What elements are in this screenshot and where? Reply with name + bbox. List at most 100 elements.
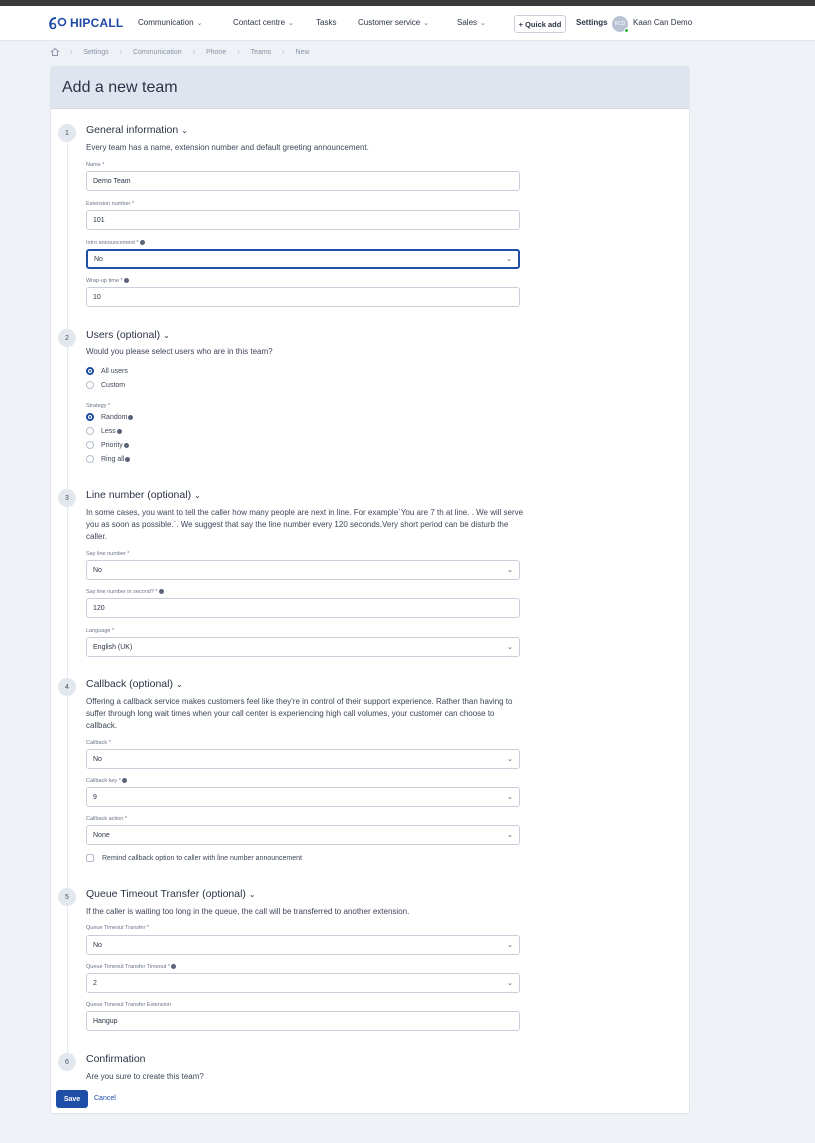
timeout-duration-select[interactable]: 2 ⌄ (86, 973, 520, 993)
brand-logo[interactable]: HIPCALL (48, 15, 123, 31)
chevron-down-icon: ⌄ (288, 20, 294, 27)
breadcrumb-teams[interactable]: Teams (251, 49, 272, 56)
section-users-title[interactable]: Users (optional) ⌄ (86, 329, 170, 341)
step-1-badge: 1 (58, 124, 76, 142)
strategy-less-label: Less (101, 427, 116, 435)
timeout-transfer-select[interactable]: No ⌄ (86, 935, 520, 955)
nav-communication-label: Communication (138, 18, 194, 27)
callback-action-select[interactable]: None ⌄ (86, 825, 520, 845)
info-icon[interactable] (158, 589, 164, 595)
section-callback-title[interactable]: Callback (optional) ⌄ (86, 678, 183, 690)
line-number-seconds-input[interactable]: 120 (86, 598, 520, 618)
radio-all-users[interactable]: All users (86, 367, 128, 375)
breadcrumb-separator: › (237, 48, 240, 56)
save-button[interactable]: Save (56, 1090, 88, 1108)
radio-button[interactable] (86, 427, 94, 435)
chevron-down-icon: ⌄ (248, 890, 256, 899)
info-icon[interactable] (116, 428, 122, 434)
timeout-duration-value: 2 (93, 979, 97, 987)
name-label: Name * (86, 162, 105, 168)
home-icon[interactable] (50, 47, 60, 57)
callback-key-select[interactable]: 9 ⌄ (86, 787, 520, 807)
breadcrumb-settings[interactable]: Settings (83, 49, 108, 56)
intro-announcement-select[interactable]: No ⌄ (86, 249, 520, 269)
section-general-title[interactable]: General information ⌄ (86, 124, 188, 136)
line-number-seconds-label-text: Say line number in second? * (86, 589, 158, 595)
say-line-number-select[interactable]: No ⌄ (86, 560, 520, 580)
timeout-extension-select[interactable]: Hangup (86, 1011, 520, 1031)
new-team-form-card: Add a new team 1 General information ⌄ Ev… (50, 66, 690, 1114)
extension-input[interactable]: 101 (86, 210, 520, 230)
info-icon[interactable] (128, 414, 134, 420)
step-2-badge: 2 (58, 329, 76, 347)
wrapup-label: Wrap-up time * (86, 278, 129, 284)
step-6-badge: 6 (58, 1053, 76, 1071)
breadcrumb: › Settings › Communication › Phone › Tea… (50, 46, 310, 58)
radio-button-checked[interactable] (86, 367, 94, 375)
info-icon[interactable] (121, 778, 127, 784)
chevron-down-icon: ⌄ (507, 832, 513, 839)
nav-contact-centre-label: Contact centre (233, 18, 286, 27)
callback-key-value: 9 (93, 793, 97, 801)
nav-customer-service[interactable]: Customer service ⌄ (358, 18, 429, 27)
intro-announcement-label: Intro announcement * (86, 240, 145, 246)
remind-callback-option[interactable]: Remind callback option to caller with li… (86, 854, 302, 862)
nav-sales[interactable]: Sales ⌄ (457, 18, 486, 27)
remind-callback-checkbox[interactable] (86, 854, 94, 862)
wrapup-input[interactable]: 10 (86, 287, 520, 307)
language-select[interactable]: English (UK) ⌄ (86, 637, 520, 657)
section-timeout-description: If the caller is waiting too long in the… (86, 907, 410, 916)
callback-value: No (93, 755, 102, 763)
cancel-link[interactable]: Cancel (94, 1095, 116, 1102)
card-header: Add a new team (51, 67, 689, 109)
quick-add-button[interactable]: + Quick add (514, 15, 566, 33)
info-icon[interactable] (139, 240, 145, 246)
callback-action-value: None (93, 831, 110, 839)
chevron-down-icon: ⌄ (507, 756, 513, 763)
radio-all-users-label: All users (101, 367, 128, 375)
info-icon[interactable] (125, 456, 131, 462)
intro-announcement-value: No (94, 255, 103, 263)
strategy-ring-all-label: Ring all (101, 455, 125, 463)
brand-name: HIPCALL (70, 16, 124, 30)
hipcall-logo-icon (49, 17, 67, 30)
radio-button-checked[interactable] (86, 413, 94, 421)
radio-strategy-random[interactable]: Random (86, 413, 134, 421)
stepper-line (67, 133, 68, 1063)
nav-settings[interactable]: Settings (576, 18, 608, 27)
radio-button[interactable] (86, 455, 94, 463)
breadcrumb-separator: › (70, 48, 73, 56)
radio-strategy-less[interactable]: Less (86, 427, 122, 435)
timeout-duration-label: Queue Timeout Transfer Timeout * (86, 964, 177, 970)
info-icon[interactable] (171, 964, 177, 970)
nav-tasks[interactable]: Tasks (316, 18, 336, 27)
section-line-number-title[interactable]: Line number (optional) ⌄ (86, 489, 201, 501)
radio-strategy-priority[interactable]: Priority (86, 441, 129, 449)
chevron-down-icon: ⌄ (507, 644, 513, 651)
user-name[interactable]: Kaan Can Demo (633, 18, 692, 27)
section-general-title-text: General information (86, 124, 179, 136)
callback-select[interactable]: No ⌄ (86, 749, 520, 769)
info-icon[interactable] (123, 442, 129, 448)
nav-contact-centre[interactable]: Contact centre ⌄ (233, 18, 294, 27)
name-input[interactable]: Demo Team (86, 171, 520, 191)
breadcrumb-communication[interactable]: Communication (133, 49, 182, 56)
line-number-seconds-label: Say line number in second? * (86, 589, 164, 595)
strategy-priority-label: Priority (101, 441, 123, 449)
section-confirmation-title: Confirmation (86, 1053, 146, 1065)
timeout-transfer-value: No (93, 941, 102, 949)
breadcrumb-phone[interactable]: Phone (206, 49, 226, 56)
section-timeout-title[interactable]: Queue Timeout Transfer (optional) ⌄ (86, 888, 256, 900)
top-navigation: HIPCALL Communication ⌄ Contact centre ⌄ T… (0, 6, 815, 41)
radio-custom[interactable]: Custom (86, 381, 125, 389)
chevron-down-icon: ⌄ (507, 980, 513, 987)
info-icon[interactable] (123, 278, 129, 284)
breadcrumb-separator: › (119, 48, 122, 56)
chevron-down-icon: ⌄ (194, 491, 201, 500)
section-line-number-title-text: Line number (optional) (86, 489, 192, 501)
radio-button[interactable] (86, 441, 94, 449)
nav-customer-service-label: Customer service (358, 18, 421, 27)
radio-strategy-ring-all[interactable]: Ring all (86, 455, 131, 463)
nav-communication[interactable]: Communication ⌄ (138, 18, 202, 27)
radio-button[interactable] (86, 381, 94, 389)
